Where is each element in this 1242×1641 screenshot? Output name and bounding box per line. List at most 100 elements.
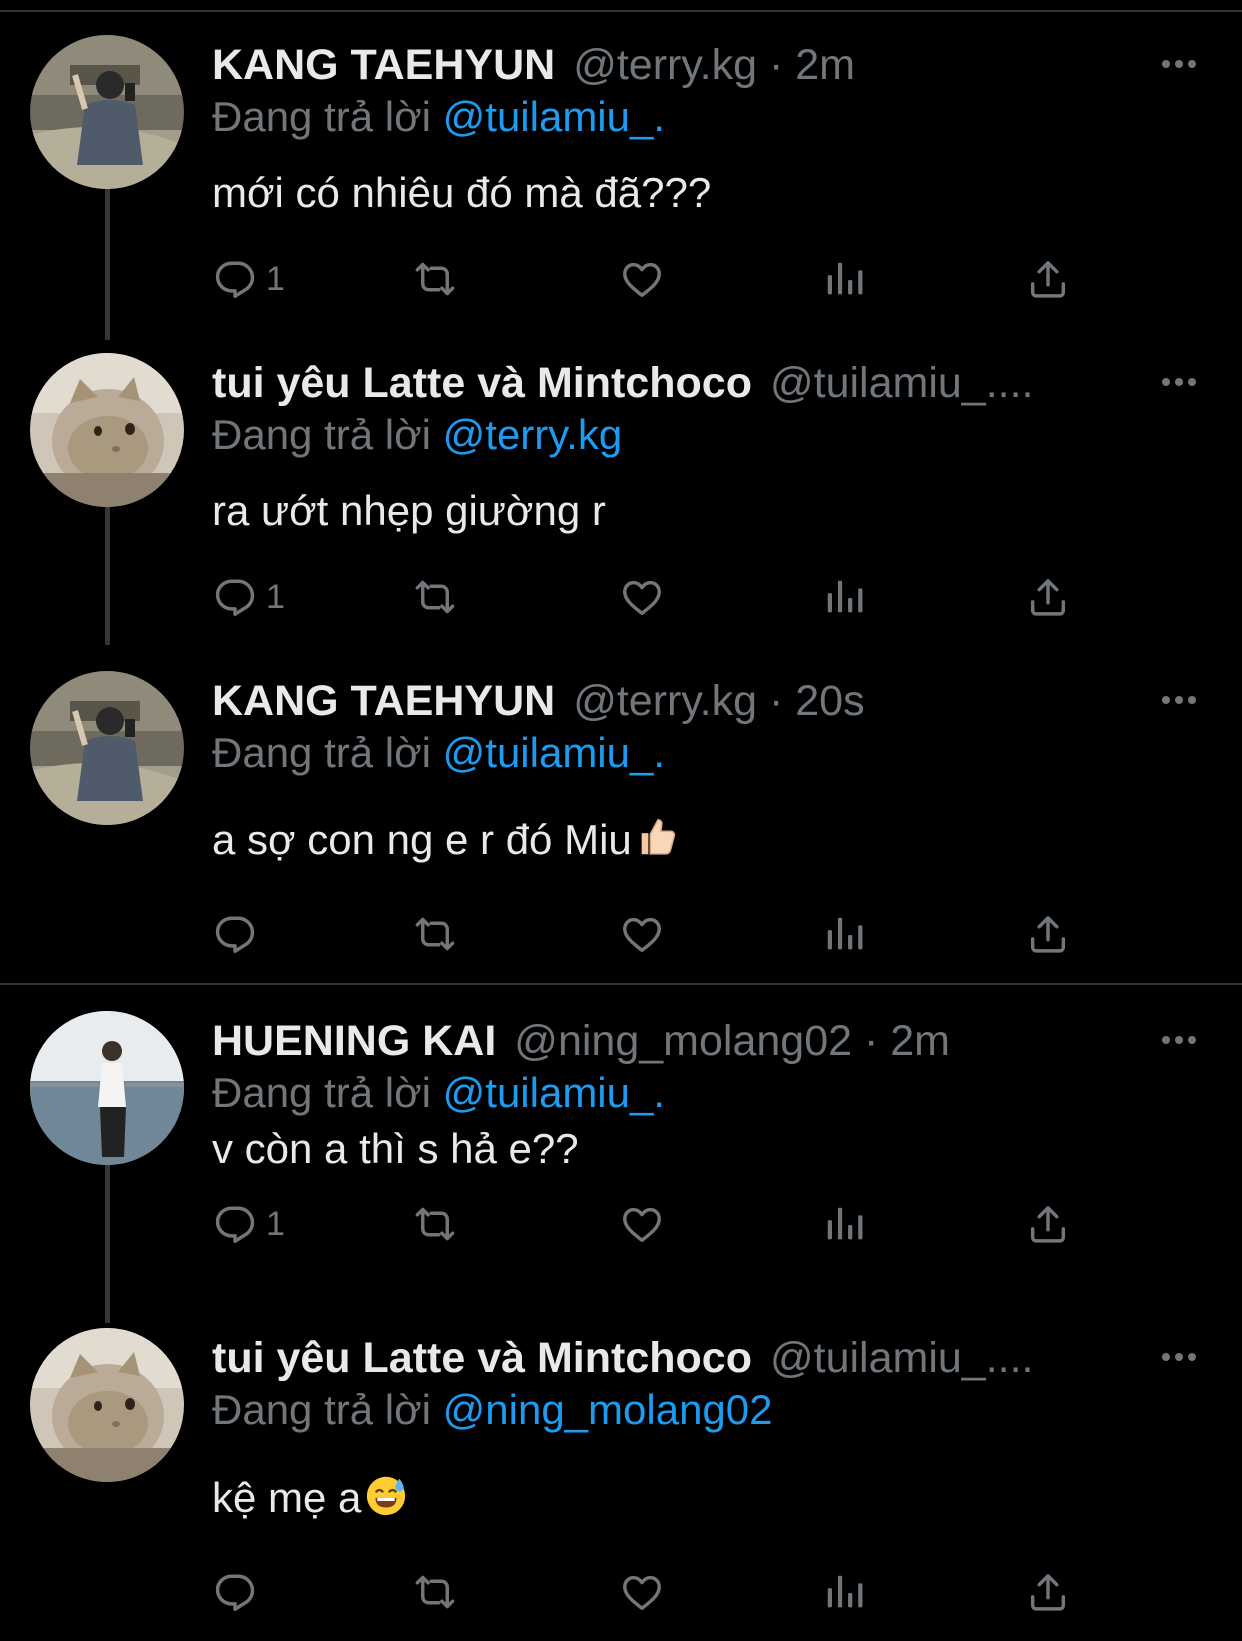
reply-mention[interactable]: @tuilamiu_.: [443, 93, 665, 140]
action-bar: 1: [212, 571, 1092, 623]
tweet-text-content: kệ mẹ a: [212, 1474, 362, 1521]
top-divider: [0, 10, 1242, 12]
retweet-button[interactable]: [412, 1198, 458, 1250]
share-button[interactable]: [1025, 1198, 1071, 1250]
tweet-text: a sợ con ng e r đó Miu: [212, 810, 680, 870]
action-bar: 1: [212, 1198, 1092, 1250]
heart-icon: [619, 1569, 665, 1615]
handle-and-time: @terry.kg · 20s: [573, 677, 865, 725]
replying-to: Đang trả lời @ning_molang02: [212, 1380, 773, 1440]
share-icon: [1025, 1201, 1071, 1247]
heart-icon: [619, 256, 665, 302]
person-avatar-image: [30, 35, 184, 189]
handle-and-time: @ning_molang02 · 2m: [514, 1017, 950, 1065]
reply-button[interactable]: 1: [212, 1198, 285, 1250]
reply-icon: [212, 256, 258, 302]
views-button[interactable]: [822, 571, 868, 623]
reply-mention[interactable]: @terry.kg: [443, 411, 623, 458]
views-icon: [822, 1201, 868, 1247]
like-button[interactable]: [619, 908, 665, 960]
more-icon[interactable]: [1160, 49, 1198, 79]
replying-label: Đang trả lời: [212, 93, 431, 140]
views-icon: [822, 256, 868, 302]
more-icon[interactable]: [1160, 1025, 1198, 1055]
like-button[interactable]: [619, 571, 665, 623]
replying-label: Đang trả lời: [212, 1386, 431, 1433]
reply-mention[interactable]: @tuilamiu_.: [443, 1069, 665, 1116]
more-icon[interactable]: [1160, 1342, 1198, 1372]
retweet-button[interactable]: [412, 253, 458, 305]
beach-person-avatar-image: [30, 1011, 184, 1165]
tweet-text: v còn a thì s hả e??: [212, 1119, 579, 1179]
retweet-button[interactable]: [412, 1566, 458, 1618]
views-button[interactable]: [822, 253, 868, 305]
views-icon: [822, 911, 868, 957]
tweet-text-content: v còn a thì s hả e??: [212, 1125, 579, 1172]
reply-count: 1: [266, 577, 285, 616]
thumbs-up-icon: [634, 814, 680, 860]
retweet-button[interactable]: [412, 908, 458, 960]
action-bar: [212, 908, 1092, 960]
tweet-header: tui yêu Latte và Mintchoco @tuilamiu_....: [212, 1328, 1132, 1388]
share-button[interactable]: [1025, 1566, 1071, 1618]
reply-button[interactable]: [212, 908, 266, 960]
reply-icon: [212, 911, 258, 957]
handle-and-time: @tuilamiu_....: [769, 359, 1034, 407]
reply-mention[interactable]: @tuilamiu_.: [443, 729, 665, 776]
tweet-text: mới có nhiêu đó mà đã???: [212, 163, 711, 223]
reply-button[interactable]: 1: [212, 571, 285, 623]
reply-button[interactable]: [212, 1566, 266, 1618]
more-icon[interactable]: [1160, 367, 1198, 397]
tweet-text-content: mới có nhiêu đó mà đã???: [212, 169, 712, 216]
thread-divider: [0, 983, 1242, 985]
replying-to: Đang trả lời @tuilamiu_.: [212, 1063, 665, 1123]
reply-count: 1: [266, 1204, 285, 1243]
handle-and-time: @terry.kg · 2m: [573, 41, 855, 89]
like-button[interactable]: [619, 1198, 665, 1250]
thread-connector: [105, 489, 110, 645]
views-button[interactable]: [822, 1198, 868, 1250]
share-button[interactable]: [1025, 571, 1071, 623]
avatar[interactable]: [30, 1011, 184, 1165]
avatar[interactable]: [30, 1328, 184, 1482]
display-name[interactable]: tui yêu Latte và Mintchoco: [212, 1334, 752, 1382]
replying-label: Đang trả lời: [212, 729, 431, 776]
retweet-button[interactable]: [412, 571, 458, 623]
avatar[interactable]: [30, 671, 184, 825]
heart-icon: [619, 1201, 665, 1247]
handle-and-time: @tuilamiu_....: [769, 1334, 1034, 1382]
reply-mention[interactable]: @ning_molang02: [443, 1386, 773, 1433]
views-button[interactable]: [822, 1566, 868, 1618]
avatar[interactable]: [30, 35, 184, 189]
reply-count: 1: [266, 259, 285, 298]
retweet-icon: [412, 256, 458, 302]
views-icon: [822, 574, 868, 620]
like-button[interactable]: [619, 1566, 665, 1618]
action-bar: [212, 1566, 1092, 1618]
share-icon: [1025, 1569, 1071, 1615]
tweet-header: HUENING KAI @ning_molang02 · 2m: [212, 1011, 1132, 1071]
cat-avatar-image: [30, 353, 184, 507]
display-name[interactable]: KANG TAEHYUN: [212, 41, 555, 89]
action-bar: 1: [212, 253, 1092, 305]
display-name[interactable]: HUENING KAI: [212, 1017, 496, 1065]
like-button[interactable]: [619, 253, 665, 305]
display-name[interactable]: tui yêu Latte và Mintchoco: [212, 359, 752, 407]
replying-to: Đang trả lời @tuilamiu_.: [212, 87, 665, 147]
retweet-icon: [412, 1201, 458, 1247]
share-button[interactable]: [1025, 253, 1071, 305]
reply-icon: [212, 574, 258, 620]
reply-button[interactable]: 1: [212, 253, 285, 305]
more-icon[interactable]: [1160, 685, 1198, 715]
replying-to: Đang trả lời @tuilamiu_.: [212, 723, 665, 783]
share-button[interactable]: [1025, 908, 1071, 960]
retweet-icon: [412, 574, 458, 620]
views-button[interactable]: [822, 908, 868, 960]
tweet-header: tui yêu Latte và Mintchoco @tuilamiu_....: [212, 353, 1132, 413]
tweet-text-content: a sợ con ng e r đó Miu: [212, 816, 632, 863]
sweat-smile-icon: [363, 1472, 409, 1518]
tweet-text: ra ướt nhẹp giường r: [212, 481, 606, 541]
avatar[interactable]: [30, 353, 184, 507]
reply-icon: [212, 1201, 258, 1247]
display-name[interactable]: KANG TAEHYUN: [212, 677, 555, 725]
